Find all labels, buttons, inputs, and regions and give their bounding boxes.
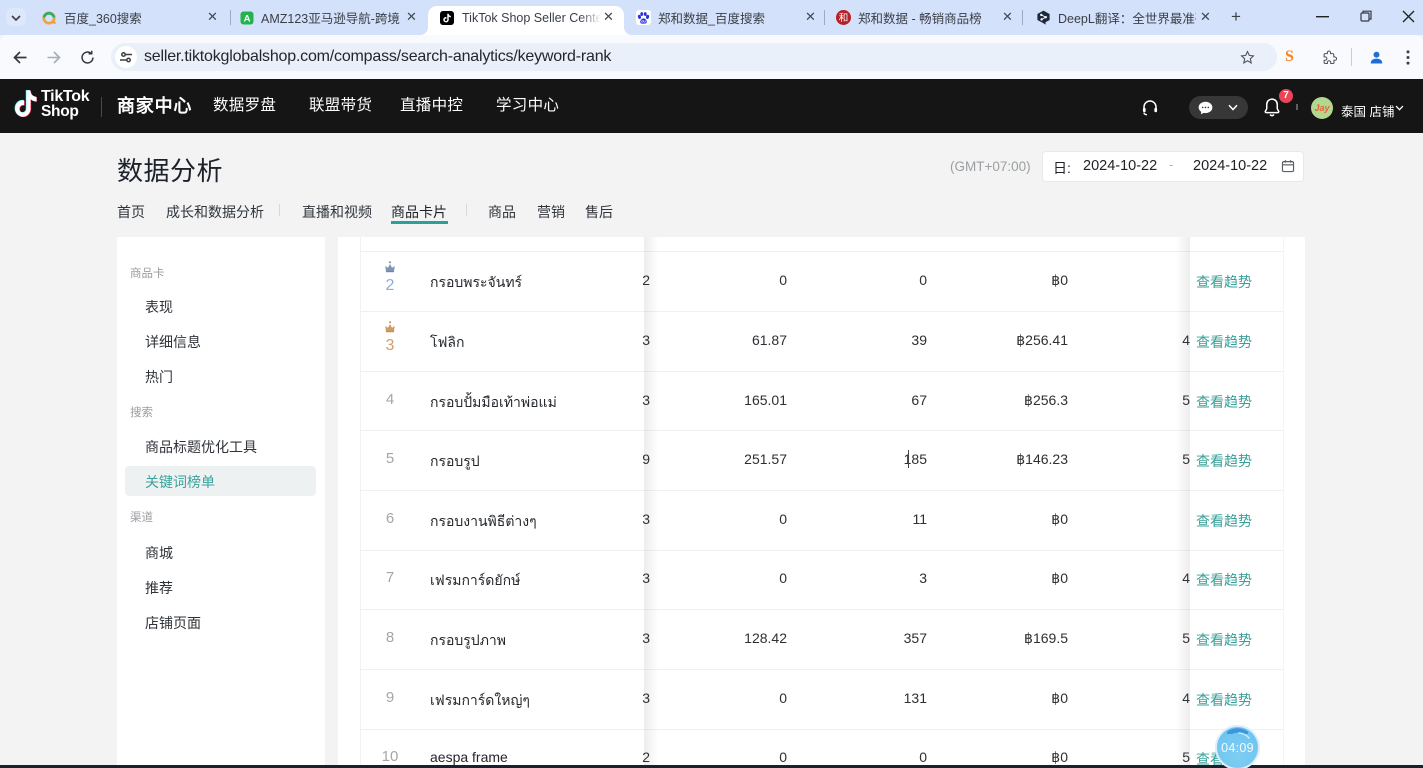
svg-text:和: 和 xyxy=(839,13,849,24)
svg-text:A: A xyxy=(244,13,251,24)
svg-text:du: du xyxy=(641,20,646,24)
